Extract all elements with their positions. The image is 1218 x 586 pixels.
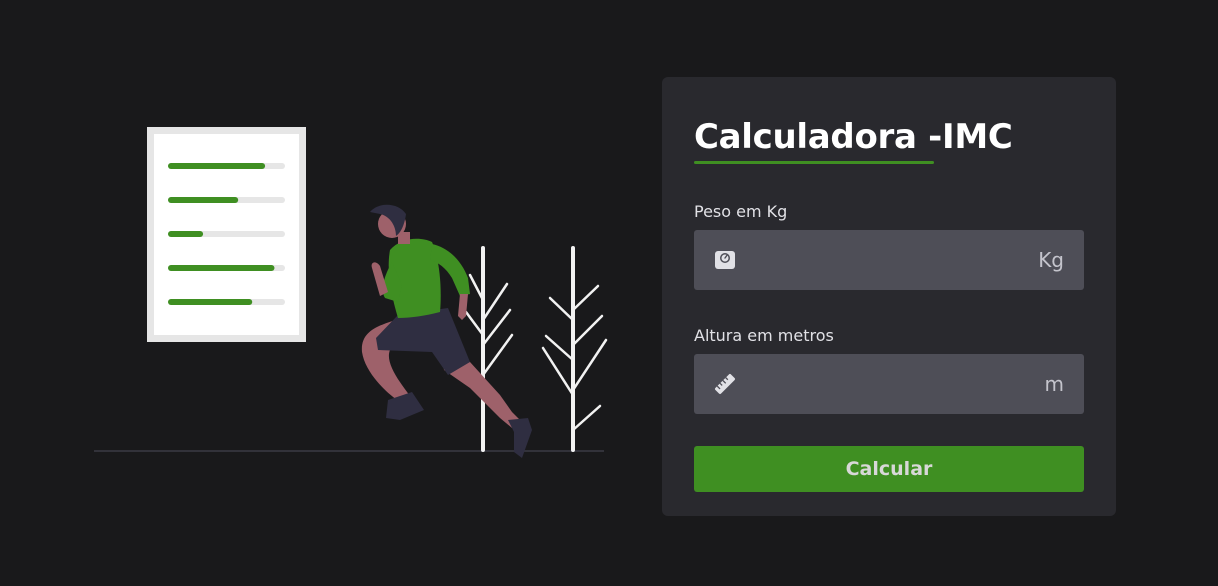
weight-unit: Kg [1038,248,1064,272]
plant-icon [541,246,608,452]
bmi-calculator-card: Calculadora -IMC Peso em Kg Kg Altura em… [662,77,1116,516]
scale-icon [715,251,735,269]
page-title: Calculadora -IMC [694,117,1013,157]
height-unit: m [1044,372,1064,396]
title-underline [694,161,934,164]
height-input-group: m [694,354,1084,414]
document-bar-fill [168,299,253,305]
weight-input-group: Kg [694,230,1084,290]
document-bar-fill [168,265,275,271]
document-bar-fill [168,163,266,169]
height-input[interactable] [694,354,1084,414]
weight-label: Peso em Kg [694,202,788,221]
height-label: Altura em metros [694,326,834,345]
document-bar-fill [168,197,239,203]
runner-figure [361,204,532,458]
calculate-button[interactable]: Calcular [694,446,1084,492]
document-bar-fill [168,231,204,237]
document-icon [147,127,306,342]
ruler-icon [715,374,735,394]
runner-illustration [94,127,608,458]
weight-input[interactable] [694,230,1084,290]
